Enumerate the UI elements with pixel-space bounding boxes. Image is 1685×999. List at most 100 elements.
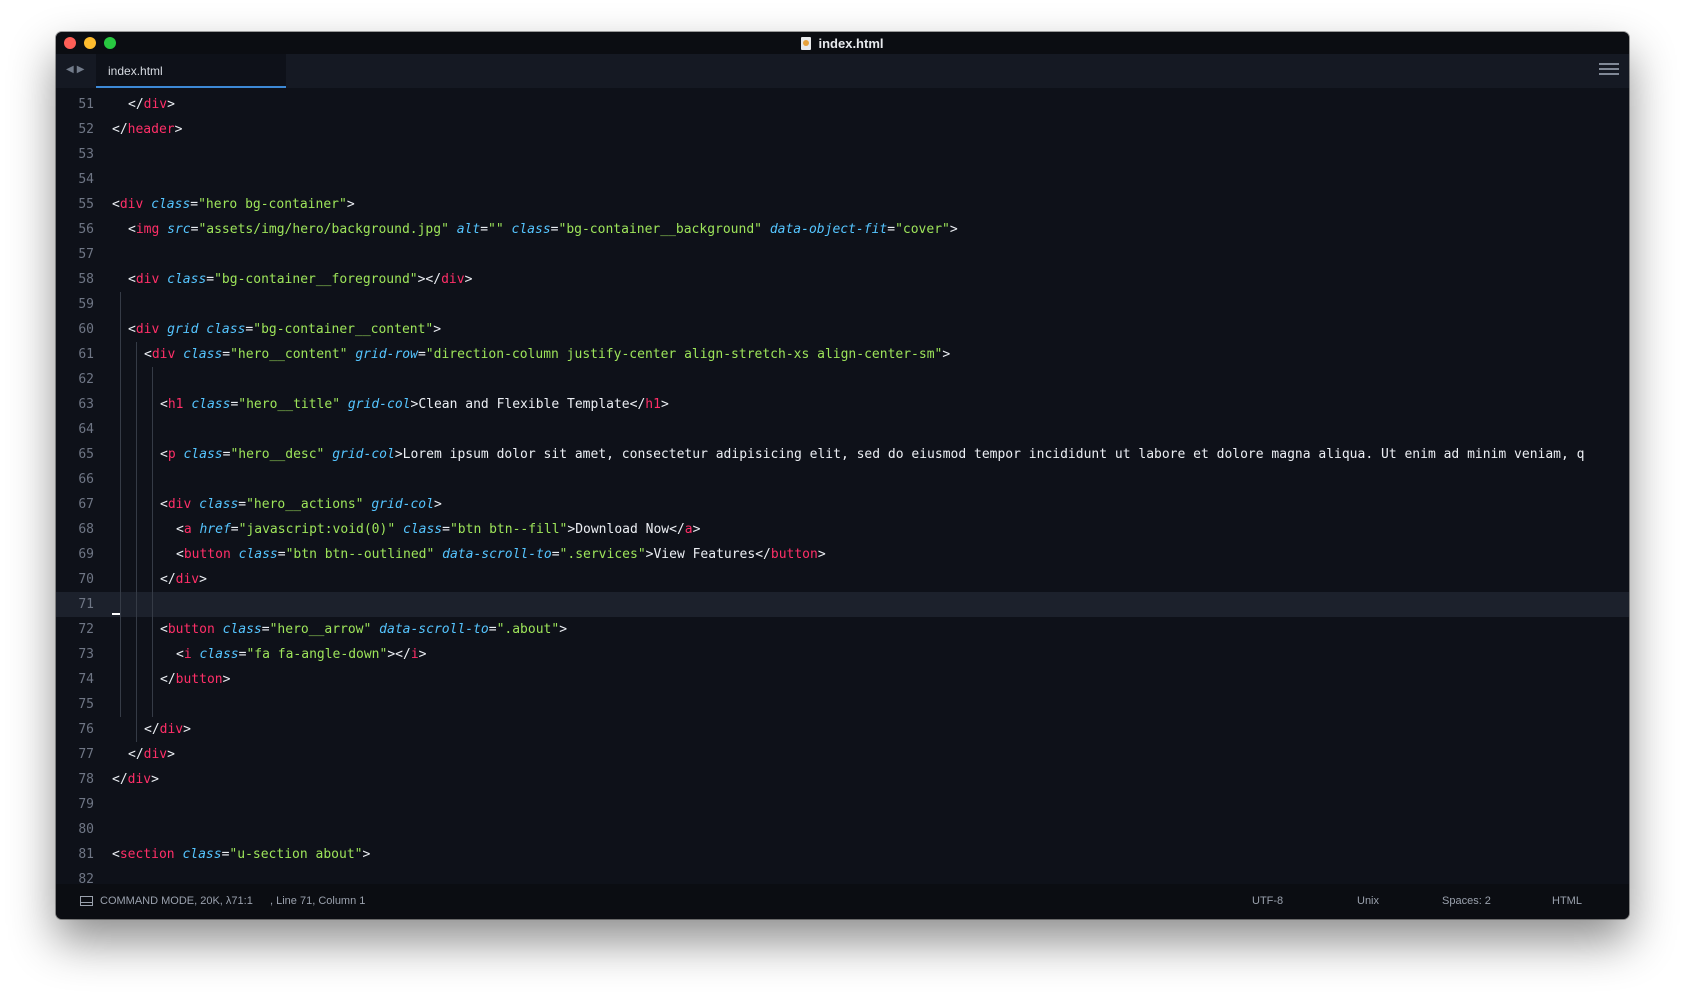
code-line[interactable]: 81 <section class="u-section about"> (56, 842, 1629, 867)
code-line[interactable]: 75 (56, 692, 1629, 717)
tab-label: index.html (108, 64, 163, 78)
code-line[interactable]: 65 <p class="hero__desc" grid-col>Lorem i… (56, 442, 1629, 467)
line-number: 66 (78, 472, 94, 487)
line-number: 81 (78, 847, 94, 862)
code-line[interactable]: 56 <img src="assets/img/hero/background.j… (56, 217, 1629, 242)
line-number: 59 (78, 297, 94, 312)
code-line[interactable]: 68 <a href="javascript:void(0)" class="bt… (56, 517, 1629, 542)
code-line[interactable]: 74 </button> (56, 667, 1629, 692)
code-line[interactable]: 60 <div grid class="bg-container__content… (56, 317, 1629, 342)
code-text: </div> (160, 572, 207, 587)
code-text: </div> (112, 772, 159, 787)
code-line[interactable]: 58 <div class="bg-container__foreground">… (56, 267, 1629, 292)
code-line[interactable]: 62 (56, 367, 1629, 392)
status-syntax[interactable]: HTML (1552, 895, 1582, 907)
code-text: </header> (112, 122, 183, 137)
code-text: <button class="hero__arrow" data-scroll-… (160, 622, 568, 637)
line-number: 60 (78, 322, 94, 337)
code-line[interactable]: 73 <i class="fa fa-angle-down"></i> (56, 642, 1629, 667)
line-number: 80 (78, 822, 94, 837)
line-number: 58 (78, 272, 94, 287)
code-text: </div> (128, 747, 175, 762)
code-line[interactable]: 64 (56, 417, 1629, 442)
line-number: 72 (78, 622, 94, 637)
code-line[interactable]: 55 <div class="hero bg-container"> (56, 192, 1629, 217)
code-text: <div class="hero bg-container"> (112, 197, 355, 212)
code-line[interactable]: 53 (56, 142, 1629, 167)
code-text: <h1 class="hero__title" grid-col>Clean a… (160, 397, 669, 412)
code-line[interactable]: 52 </header> (56, 117, 1629, 142)
code-line[interactable]: 54 (56, 167, 1629, 192)
line-number: 64 (78, 422, 94, 437)
code-line[interactable]: 57 (56, 242, 1629, 267)
status-cursor-position: , Line 71, Column 1 (270, 895, 366, 907)
hamburger-menu-icon[interactable] (1599, 63, 1619, 77)
line-number: 61 (78, 347, 94, 362)
code-text: <div grid class="bg-container__content"> (128, 322, 442, 337)
code-line[interactable]: 70 </div> (56, 567, 1629, 592)
code-text: <i class="fa fa-angle-down"></i> (176, 647, 427, 662)
code-line[interactable]: 77 </div> (56, 742, 1629, 767)
code-text: <div class="hero__actions" grid-col> (160, 497, 442, 512)
code-text: </button> (160, 672, 231, 687)
editor-window: index.html ◀▶ index.html 51 </div> 52 </hea… (56, 32, 1629, 919)
code-line[interactable]: 59 (56, 292, 1629, 317)
window-title-text: index.html (818, 35, 884, 51)
text-cursor (112, 613, 120, 615)
line-number: 53 (78, 147, 94, 162)
status-indentation[interactable]: Spaces: 2 (1442, 895, 1491, 907)
line-number: 79 (78, 797, 94, 812)
code-text: <button class="btn btn--outlined" data-s… (176, 547, 826, 562)
code-line[interactable]: 67 <div class="hero__actions" grid-col> (56, 492, 1629, 517)
status-line-endings[interactable]: Unix (1357, 895, 1379, 907)
status-mode: COMMAND MODE, 20K, λ71:1 (100, 895, 253, 907)
line-number: 62 (78, 372, 94, 387)
code-line[interactable]: 51 </div> (56, 92, 1629, 117)
line-number: 54 (78, 172, 94, 187)
panel-toggle-icon[interactable] (80, 896, 93, 906)
code-line[interactable]: 66 (56, 467, 1629, 492)
window-title: index.html (56, 32, 1629, 54)
code-text: <div class="bg-container__foreground"></… (128, 272, 473, 287)
code-text: <div class="hero__content" grid-row="dir… (144, 347, 951, 362)
line-number: 65 (78, 447, 94, 462)
line-number: 70 (78, 572, 94, 587)
code-line[interactable]: 80 (56, 817, 1629, 842)
code-line[interactable]: 61 <div class="hero__content" grid-row="d… (56, 342, 1629, 367)
html-file-icon (801, 36, 812, 50)
indent-guide (120, 292, 121, 717)
code-line[interactable]: 69 <button class="btn btn--outlined" data… (56, 542, 1629, 567)
code-line[interactable]: 78 </div> (56, 767, 1629, 792)
line-number: 78 (78, 772, 94, 787)
code-text: <img src="assets/img/hero/background.jpg… (128, 222, 958, 237)
line-number: 82 (78, 872, 94, 884)
back-arrow-icon[interactable]: ◀ (66, 64, 77, 75)
code-text: </div> (128, 97, 175, 112)
code-text: <p class="hero__desc" grid-col>Lorem ips… (160, 447, 1585, 462)
line-number: 52 (78, 122, 94, 137)
current-code-line[interactable]: 71 (56, 592, 1629, 617)
code-editor[interactable]: 51 </div> 52 </header> 53 54 55 <div class="her… (56, 88, 1629, 884)
indent-guide (136, 342, 137, 742)
line-number: 63 (78, 397, 94, 412)
line-number: 57 (78, 247, 94, 262)
code-line[interactable]: 82 (56, 867, 1629, 884)
line-number: 76 (78, 722, 94, 737)
line-number: 68 (78, 522, 94, 537)
code-text: <section class="u-section about"> (112, 847, 371, 862)
status-bar: COMMAND MODE, 20K, λ71:1 , Line 71, Colu… (56, 884, 1629, 919)
code-line[interactable]: 63 <h1 class="hero__title" grid-col>Clean… (56, 392, 1629, 417)
line-number: 69 (78, 547, 94, 562)
code-line[interactable]: 72 <button class="hero__arrow" data-scrol… (56, 617, 1629, 642)
code-line[interactable]: 76 </div> (56, 717, 1629, 742)
forward-arrow-icon[interactable]: ▶ (77, 64, 88, 75)
tab-bar: ◀▶ index.html (56, 54, 1629, 88)
indent-guide (152, 367, 153, 717)
code-line[interactable]: 79 (56, 792, 1629, 817)
tab-index-html[interactable]: index.html (96, 54, 286, 88)
tab-navigation[interactable]: ◀▶ (66, 64, 87, 75)
line-number: 67 (78, 497, 94, 512)
code-text: <a href="javascript:void(0)" class="btn … (176, 522, 701, 537)
line-number: 74 (78, 672, 94, 687)
status-encoding[interactable]: UTF-8 (1252, 895, 1283, 907)
